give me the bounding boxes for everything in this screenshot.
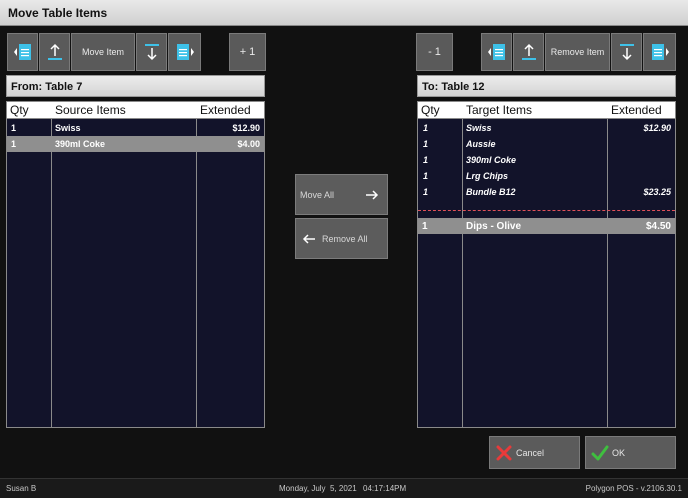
col-qty: Qty	[10, 103, 29, 117]
status-version: Polygon POS - v.2106.30.1	[585, 484, 682, 493]
checkmark-icon	[591, 445, 609, 461]
minus-one-button[interactable]: - 1	[416, 33, 453, 71]
target-move-top-button[interactable]	[513, 33, 544, 71]
remove-all-label: Remove All	[322, 233, 368, 244]
arrow-right-icon	[366, 190, 379, 200]
move-bottom-button[interactable]	[136, 33, 167, 71]
move-all-label: Move All	[300, 189, 335, 200]
table-row[interactable]: 1 Swiss $12.90	[7, 120, 264, 136]
target-next-page-button[interactable]	[643, 33, 676, 71]
status-time: 04:17:14PM	[363, 484, 407, 493]
move-item-button[interactable]: Move Item	[71, 33, 135, 71]
source-items-grid[interactable]: Qty Source Items Extended 1 Swiss $12.90…	[6, 101, 265, 428]
cancel-button[interactable]: Cancel	[489, 436, 580, 469]
source-panel-header: From: Table 7	[6, 75, 265, 97]
target-items-grid[interactable]: Qty Target Items Extended 1 Swiss $12.90…	[417, 101, 676, 428]
target-prev-page-button[interactable]	[481, 33, 512, 71]
ok-button[interactable]: OK	[585, 436, 676, 469]
table-row[interactable]: 1 Lrg Chips	[418, 168, 675, 184]
table-row[interactable]: 1 Swiss $12.90	[418, 120, 675, 136]
target-move-bottom-button[interactable]	[611, 33, 642, 71]
col-extended: Extended	[611, 103, 662, 117]
close-icon	[496, 445, 512, 461]
table-row[interactable]: 1 Aussie	[418, 136, 675, 152]
col-qty: Qty	[421, 103, 440, 117]
table-row-selected[interactable]: 1 390ml Coke $4.00	[7, 136, 264, 152]
col-target-items: Target Items	[466, 103, 533, 117]
window-title: Move Table Items	[0, 0, 688, 26]
cancel-label: Cancel	[516, 447, 545, 458]
doc-left-icon	[487, 44, 505, 60]
target-grid-header: Qty Target Items Extended	[418, 102, 675, 119]
doc-right-icon	[176, 44, 194, 60]
minus-one-label: - 1	[428, 46, 441, 58]
doc-left-icon	[13, 44, 31, 60]
target-panel-header: To: Table 12	[417, 75, 676, 97]
table-row[interactable]: 1 Bundle B12 $23.25	[418, 184, 675, 200]
status-date: Monday, July 5, 2021	[279, 484, 357, 493]
status-bar: Susan B Monday, July 5, 2021 04:17:14PM …	[0, 478, 688, 498]
table-row[interactable]: 1 390ml Coke	[418, 152, 675, 168]
remove-all-button[interactable]: Remove All	[295, 218, 388, 259]
col-source-items: Source Items	[55, 103, 126, 117]
move-item-label: Move Item	[81, 47, 124, 57]
arrow-up-bar-icon	[521, 43, 536, 60]
remove-item-label: Remove Item	[550, 47, 605, 57]
col-extended: Extended	[200, 103, 251, 117]
move-top-button[interactable]	[39, 33, 70, 71]
status-user: Susan B	[6, 484, 37, 493]
source-grid-header: Qty Source Items Extended	[7, 102, 264, 119]
prev-page-button[interactable]	[7, 33, 38, 71]
move-all-button[interactable]: Move All	[295, 174, 388, 215]
next-page-button[interactable]	[168, 33, 201, 71]
remove-item-button[interactable]: Remove Item	[545, 33, 610, 71]
arrow-down-bar-icon	[619, 44, 634, 61]
plus-one-label: + 1	[239, 46, 256, 58]
plus-one-button[interactable]: + 1	[229, 33, 266, 71]
ok-label: OK	[612, 447, 626, 458]
arrow-left-icon	[302, 234, 315, 244]
table-row-new[interactable]: 1 Dips - Olive $4.50	[418, 218, 675, 234]
arrow-up-bar-icon	[47, 43, 62, 60]
existing-items-separator	[418, 210, 675, 211]
arrow-down-bar-icon	[144, 44, 159, 61]
doc-right-icon	[651, 44, 669, 60]
